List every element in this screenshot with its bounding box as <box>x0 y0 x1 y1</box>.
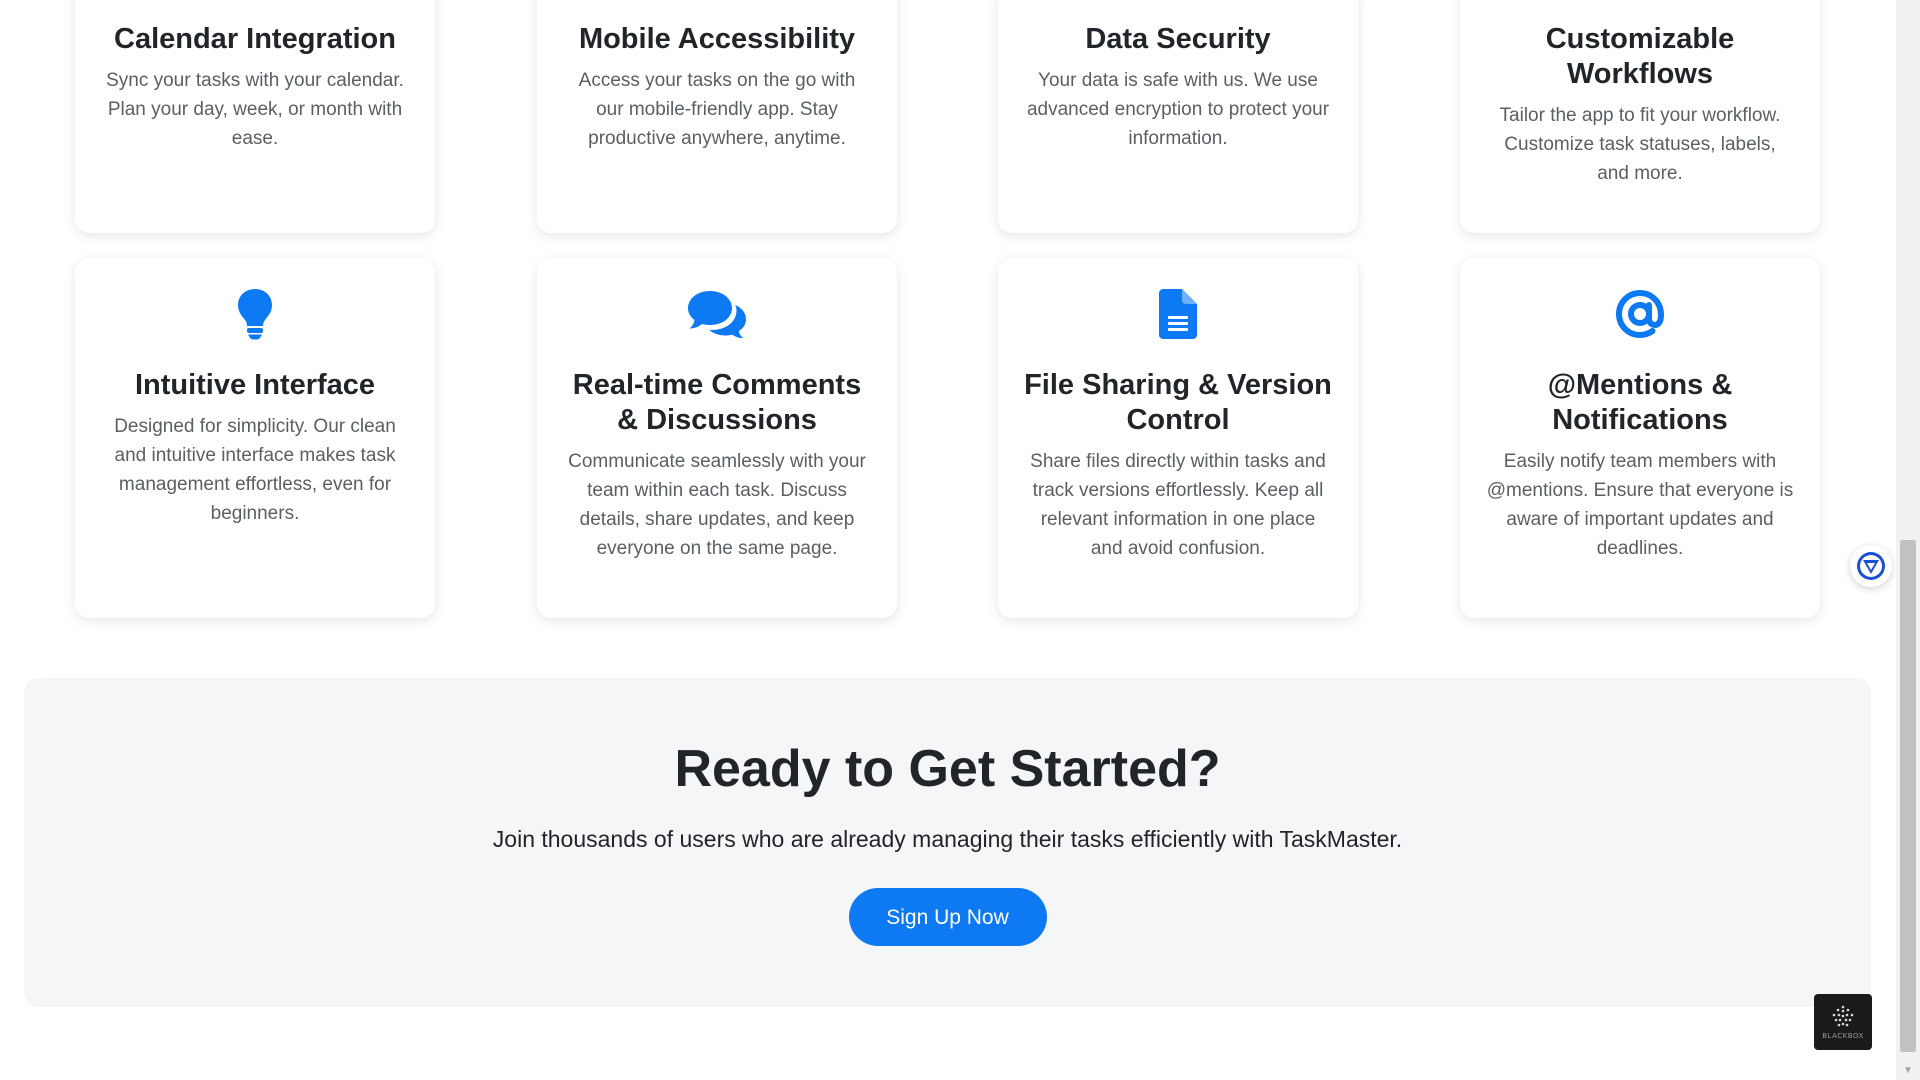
feature-title: Data Security <box>1085 23 1271 55</box>
feature-title: File Sharing & Version Control <box>1024 369 1332 436</box>
cta-text: Join thousands of users who are already … <box>492 826 1403 852</box>
at-sign-icon <box>1486 288 1794 340</box>
feature-title: Calendar Integration <box>114 23 396 55</box>
document-icon <box>1024 288 1332 340</box>
feature-description: Sync your tasks with your calendar. Plan… <box>106 70 404 149</box>
feature-card-workflows: Customizable Workflows Tailor the app to… <box>1460 0 1820 233</box>
feature-description: Access your tasks on the go with our mob… <box>578 70 856 149</box>
page-scrollbar[interactable]: ▼ <box>1896 0 1920 1080</box>
feature-description: Tailor the app to fit your workflow. Cus… <box>1499 105 1781 184</box>
feature-description: Easily notify team members with @mention… <box>1486 451 1794 559</box>
blackbox-label: BLACKBOX <box>1822 1031 1864 1040</box>
feature-title: Real-time Comments & Discussions <box>572 369 862 436</box>
feature-card-mentions: @Mentions & Notifications Easily notify … <box>1460 258 1820 618</box>
feature-title: @Mentions & Notifications <box>1547 369 1733 436</box>
page: Calendar Integration Sync your tasks wit… <box>0 0 1920 1080</box>
feature-card-calendar: Calendar Integration Sync your tasks wit… <box>75 0 435 233</box>
feature-card-interface: Intuitive Interface Designed for simplic… <box>75 258 435 618</box>
dot-grid-icon <box>1832 1005 1854 1026</box>
feature-description: Communicate seamlessly with your team wi… <box>568 451 866 559</box>
comments-icon <box>563 288 871 340</box>
cta-title: Ready to Get Started? <box>674 740 1221 798</box>
scrollbar-thumb[interactable] <box>1900 540 1916 1052</box>
feature-card-security: Data Security Your data is safe with us.… <box>998 0 1358 233</box>
feature-description: Your data is safe with us. We use advanc… <box>1026 70 1330 149</box>
feature-card-files: File Sharing & Version Control Share fil… <box>998 258 1358 618</box>
feature-title: Customizable Workflows <box>1545 23 1735 90</box>
feature-description: Designed for simplicity. Our clean and i… <box>114 416 396 524</box>
scroll-down-arrow-icon[interactable]: ▼ <box>1896 1060 1920 1080</box>
feature-card-mobile: Mobile Accessibility Access your tasks o… <box>537 0 897 233</box>
extension-logo-icon <box>1857 552 1885 580</box>
blackbox-widget-button[interactable]: BLACKBOX <box>1814 994 1872 1050</box>
extension-float-button[interactable] <box>1850 545 1892 587</box>
feature-title: Mobile Accessibility <box>578 23 856 55</box>
feature-title: Intuitive Interface <box>134 369 376 401</box>
sign-up-button[interactable]: Sign Up Now <box>848 888 1047 946</box>
feature-description: Share files directly within tasks and tr… <box>1030 451 1326 559</box>
feature-card-comments: Real-time Comments & Discussions Communi… <box>537 258 897 618</box>
lightbulb-icon <box>101 288 409 340</box>
cta-section: Ready to Get Started? Join thousands of … <box>24 678 1871 1007</box>
